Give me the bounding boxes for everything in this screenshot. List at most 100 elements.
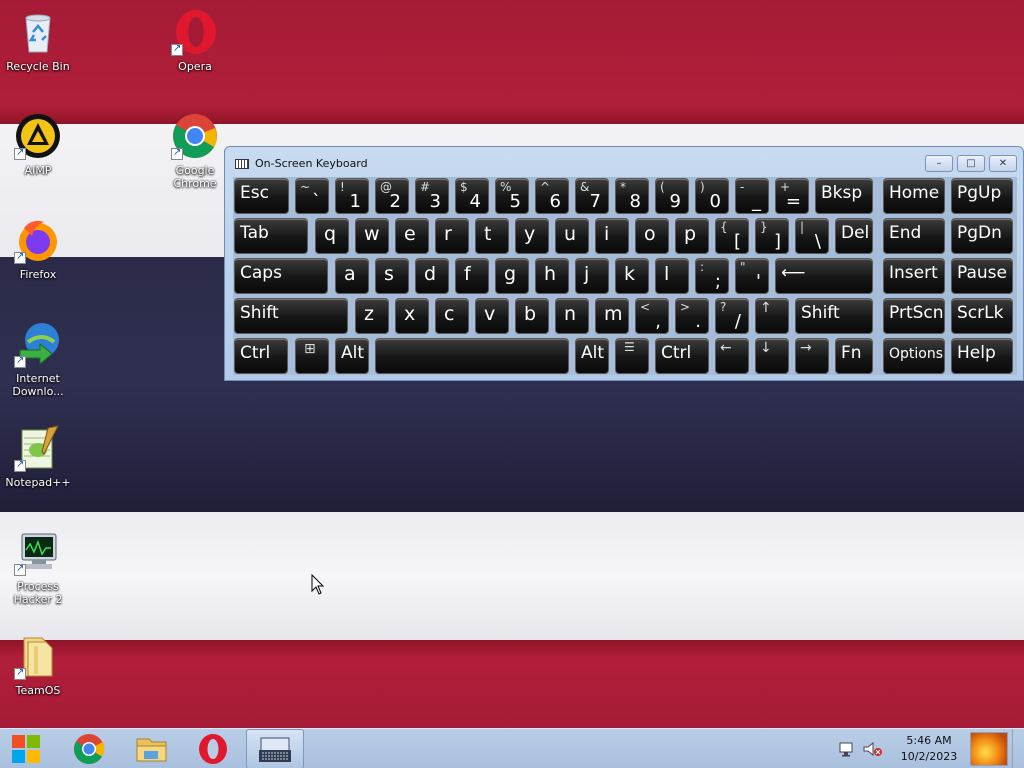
key-2[interactable]: @2 bbox=[375, 178, 409, 214]
key-x[interactable]: x bbox=[395, 298, 429, 334]
key-u[interactable]: u bbox=[555, 218, 589, 254]
taskbar-opera[interactable] bbox=[184, 729, 242, 768]
key-k[interactable]: k bbox=[615, 258, 649, 294]
key-j[interactable]: j bbox=[575, 258, 609, 294]
key-p[interactable]: p bbox=[675, 218, 709, 254]
close-button[interactable]: ✕ bbox=[989, 155, 1017, 172]
desktop-icon-opera[interactable]: Opera bbox=[157, 8, 233, 73]
key-b[interactable]: b bbox=[515, 298, 549, 334]
key-left-arrow[interactable]: ← bbox=[715, 338, 749, 374]
key-g[interactable]: g bbox=[495, 258, 529, 294]
desktop-icon-idm[interactable]: Internet Downlo... bbox=[0, 320, 76, 398]
key-insert[interactable]: Insert bbox=[883, 258, 945, 294]
desktop-icon-teamos[interactable]: TeamOS bbox=[0, 632, 76, 697]
desktop-icon-recycle-bin[interactable]: Recycle Bin bbox=[0, 8, 76, 73]
key-right-alt[interactable]: Alt bbox=[575, 338, 609, 374]
show-desktop-button[interactable] bbox=[1012, 729, 1024, 768]
key-pgdn[interactable]: PgDn bbox=[951, 218, 1013, 254]
key-home[interactable]: Home bbox=[883, 178, 945, 214]
key-space[interactable] bbox=[375, 338, 569, 374]
key-right-ctrl[interactable]: Ctrl bbox=[655, 338, 709, 374]
key-left-alt[interactable]: Alt bbox=[335, 338, 369, 374]
key-v[interactable]: v bbox=[475, 298, 509, 334]
key-left-ctrl[interactable]: Ctrl bbox=[234, 338, 288, 374]
key-up-arrow[interactable]: ↑ bbox=[755, 298, 789, 334]
key-left-shift[interactable]: Shift bbox=[234, 298, 348, 334]
key-tab[interactable]: Tab bbox=[234, 218, 308, 254]
key-quote[interactable]: " ' bbox=[735, 258, 769, 294]
key-7[interactable]: & 7 bbox=[575, 178, 609, 214]
minimize-button[interactable]: – bbox=[925, 155, 953, 172]
key-y[interactable]: y bbox=[515, 218, 549, 254]
key-1[interactable]: ! 1 bbox=[335, 178, 369, 214]
key-options[interactable]: Options bbox=[883, 338, 945, 374]
key-s[interactable]: s bbox=[375, 258, 409, 294]
key-period[interactable]: >. bbox=[675, 298, 709, 334]
desktop-icon-process-hacker[interactable]: Process Hacker 2 bbox=[0, 528, 76, 606]
key-e[interactable]: e bbox=[395, 218, 429, 254]
key-o[interactable]: o bbox=[635, 218, 669, 254]
key-5[interactable]: % 5 bbox=[495, 178, 529, 214]
key-backtick[interactable]: ~ ` bbox=[295, 178, 329, 214]
key-d[interactable]: d bbox=[415, 258, 449, 294]
on-screen-keyboard-window[interactable]: On-Screen Keyboard – □ ✕ Esc ~ ` ! 1 @2 #3… bbox=[224, 146, 1024, 381]
key-right-arrow[interactable]: → bbox=[795, 338, 829, 374]
maximize-button[interactable]: □ bbox=[957, 155, 985, 172]
key-l[interactable]: l bbox=[655, 258, 689, 294]
key-3[interactable]: #3 bbox=[415, 178, 449, 214]
desktop-icon-notepadpp[interactable]: Notepad++ bbox=[0, 424, 76, 489]
notification-flower-icon[interactable] bbox=[970, 732, 1008, 766]
key-n[interactable]: n bbox=[555, 298, 589, 334]
key-backslash[interactable]: | \ bbox=[795, 218, 829, 254]
key-slash[interactable]: ? / bbox=[715, 298, 749, 334]
key-equals[interactable]: + = bbox=[775, 178, 809, 214]
start-button[interactable] bbox=[0, 729, 52, 768]
key-9[interactable]: (9 bbox=[655, 178, 689, 214]
key-right-shift[interactable]: Shift bbox=[795, 298, 873, 334]
key-a[interactable]: a bbox=[335, 258, 369, 294]
key-down-arrow[interactable]: ↓ bbox=[755, 338, 789, 374]
network-icon[interactable] bbox=[838, 741, 858, 757]
key-h[interactable]: h bbox=[535, 258, 569, 294]
key-6[interactable]: ^ 6 bbox=[535, 178, 569, 214]
clock[interactable]: 5:46 AM 10/2/2023 bbox=[894, 733, 964, 765]
key-menu[interactable]: ☰ bbox=[615, 338, 649, 374]
taskbar-on-screen-keyboard[interactable] bbox=[246, 729, 304, 768]
key-fn[interactable]: Fn bbox=[835, 338, 873, 374]
taskbar-chrome[interactable] bbox=[60, 729, 118, 768]
key-esc[interactable]: Esc bbox=[234, 178, 289, 214]
key-minus[interactable]: - _ bbox=[735, 178, 769, 214]
key-backspace[interactable]: Bksp bbox=[815, 178, 873, 214]
key-help[interactable]: Help bbox=[951, 338, 1013, 374]
key-pgup[interactable]: PgUp bbox=[951, 178, 1013, 214]
taskbar-file-explorer[interactable] bbox=[122, 729, 180, 768]
key-prtscn[interactable]: PrtScn bbox=[883, 298, 945, 334]
volume-muted-icon[interactable] bbox=[862, 741, 884, 757]
key-w[interactable]: w bbox=[355, 218, 389, 254]
key-comma[interactable]: <, bbox=[635, 298, 669, 334]
desktop-icon-chrome[interactable]: Google Chrome bbox=[157, 112, 233, 190]
key-c[interactable]: c bbox=[435, 298, 469, 334]
key-end[interactable]: End bbox=[883, 218, 945, 254]
desktop-icon-aimp[interactable]: AIMP bbox=[0, 112, 76, 177]
key-q[interactable]: q bbox=[315, 218, 349, 254]
key-scrlk[interactable]: ScrLk bbox=[951, 298, 1013, 334]
desktop-icon-firefox[interactable]: Firefox bbox=[0, 216, 76, 281]
key-caps[interactable]: Caps bbox=[234, 258, 328, 294]
key-0[interactable]: ) 0 bbox=[695, 178, 729, 214]
key-z[interactable]: z bbox=[355, 298, 389, 334]
key-i[interactable]: i bbox=[595, 218, 629, 254]
key-f[interactable]: f bbox=[455, 258, 489, 294]
key-m[interactable]: m bbox=[595, 298, 629, 334]
key-enter[interactable]: ⟵ bbox=[775, 258, 873, 294]
key-r[interactable]: r bbox=[435, 218, 469, 254]
key-semicolon[interactable]: :; bbox=[695, 258, 729, 294]
key-t[interactable]: t bbox=[475, 218, 509, 254]
key-left-bracket[interactable]: {[ bbox=[715, 218, 749, 254]
key-right-bracket[interactable]: }] bbox=[755, 218, 789, 254]
key-pause[interactable]: Pause bbox=[951, 258, 1013, 294]
key-del[interactable]: Del bbox=[835, 218, 873, 254]
key-windows[interactable]: ⊞ bbox=[295, 338, 329, 374]
key-8[interactable]: * 8 bbox=[615, 178, 649, 214]
key-4[interactable]: $4 bbox=[455, 178, 489, 214]
